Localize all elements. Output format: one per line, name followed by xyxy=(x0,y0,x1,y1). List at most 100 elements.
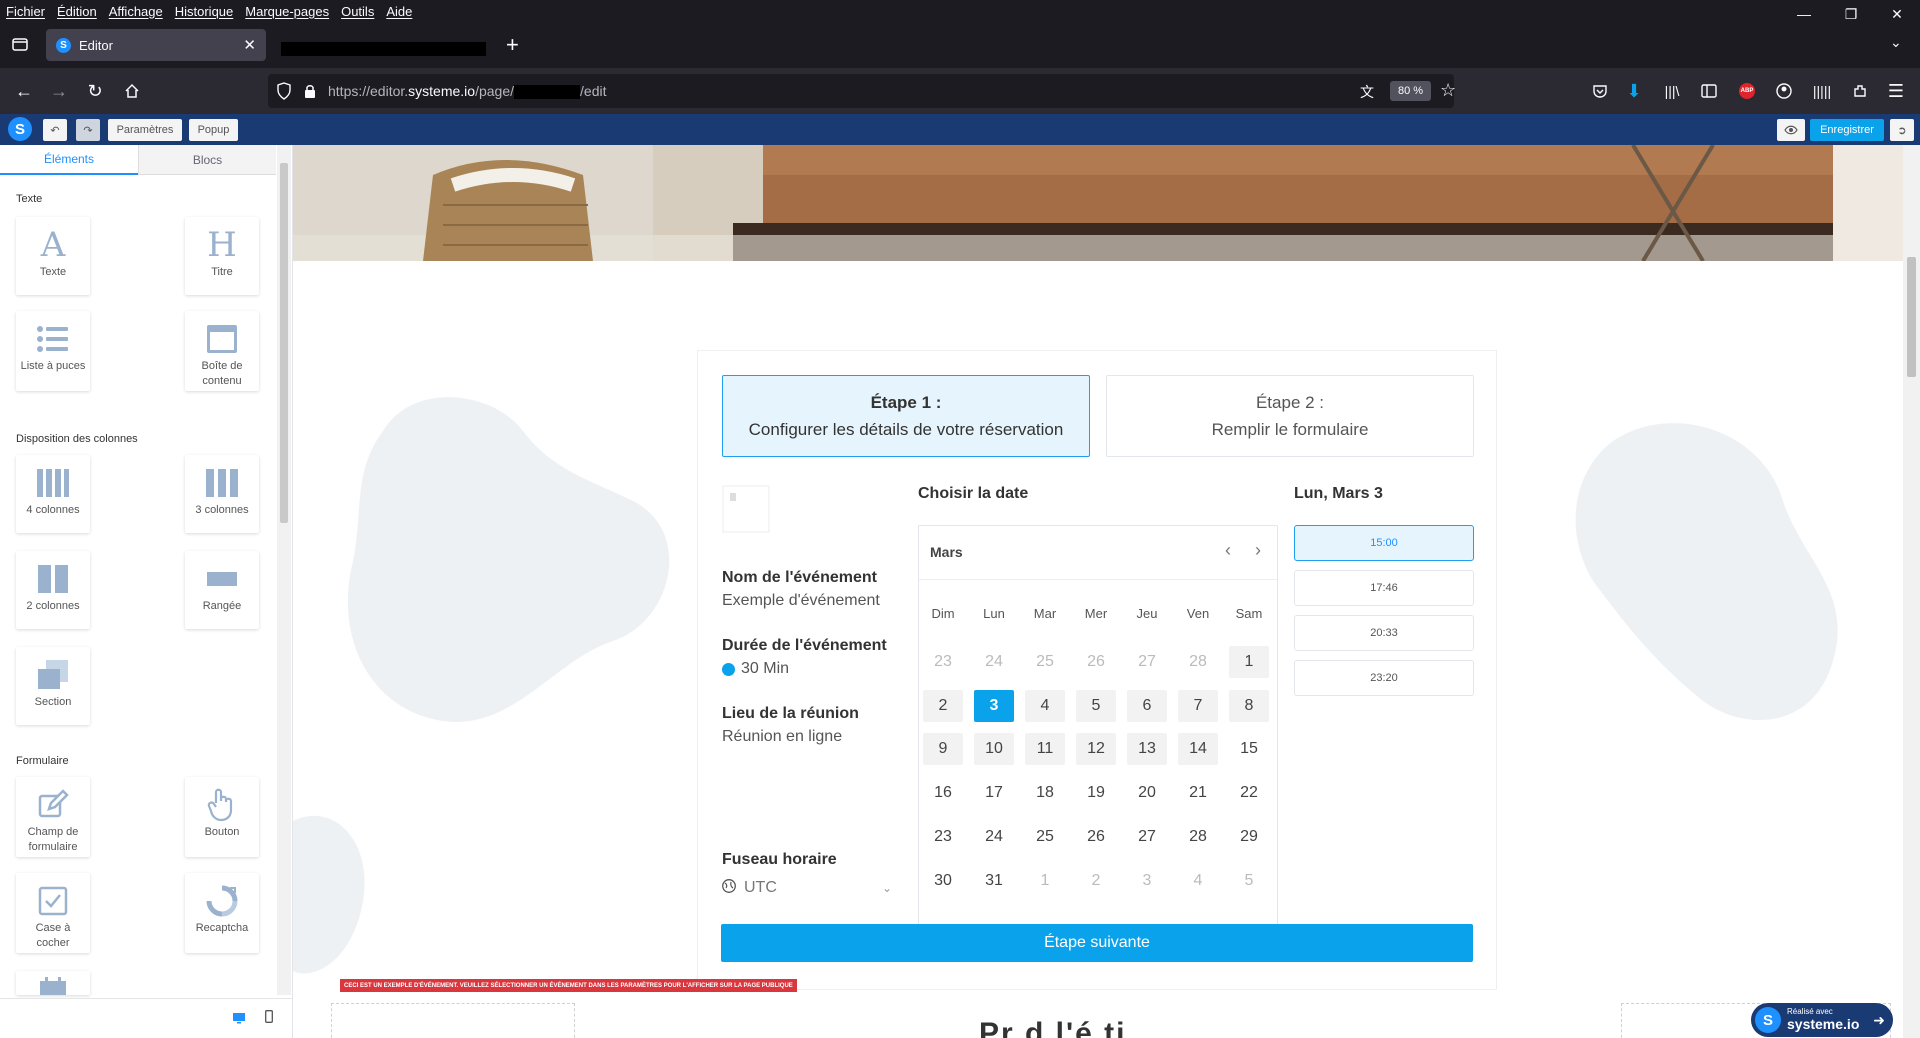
pocket-icon[interactable] xyxy=(1588,79,1612,103)
element-section[interactable]: Section xyxy=(16,647,90,725)
panel-scroll-thumb[interactable] xyxy=(280,163,288,523)
element-boite[interactable]: Boîte de contenu xyxy=(185,311,259,391)
menu-marque-pages[interactable]: Marque-pages xyxy=(239,4,335,19)
canvas-scrollbar[interactable] xyxy=(1903,145,1920,1038)
tab-blocks[interactable]: Blocs xyxy=(138,145,276,175)
calendar-day[interactable]: 16 xyxy=(923,777,963,809)
made-with-systeme-badge[interactable]: S Réalisé avec systeme.io ➜ xyxy=(1751,1003,1893,1037)
calendar-day[interactable]: 10 xyxy=(974,733,1014,765)
downloads-icon[interactable]: ⬇ xyxy=(1622,79,1646,103)
calendar-day[interactable]: 1 xyxy=(1229,646,1269,678)
calendar-day[interactable]: 8 xyxy=(1229,690,1269,722)
calendar-day[interactable]: 27 xyxy=(1127,821,1167,853)
calendar-day[interactable]: 23 xyxy=(923,821,963,853)
menu-affichage[interactable]: Affichage xyxy=(103,4,169,19)
calendar-day[interactable]: 2 xyxy=(923,690,963,722)
calendar-day[interactable]: 14 xyxy=(1178,733,1218,765)
mobile-view-icon[interactable] xyxy=(265,1010,273,1028)
calendar-day[interactable]: 12 xyxy=(1076,733,1116,765)
element-liste[interactable]: Liste à puces xyxy=(16,311,90,391)
element-texte[interactable]: A Texte xyxy=(16,217,90,295)
tab-elements[interactable]: Éléments xyxy=(0,145,138,175)
calendar-day[interactable]: 7 xyxy=(1178,690,1218,722)
canvas-scroll-thumb[interactable] xyxy=(1907,257,1916,377)
calendar-day[interactable]: 30 xyxy=(923,865,963,897)
account-icon[interactable] xyxy=(1772,79,1796,103)
empty-block-left[interactable] xyxy=(331,1003,575,1038)
calendar-day[interactable]: 19 xyxy=(1076,777,1116,809)
menu-historique[interactable]: Historique xyxy=(169,4,240,19)
calendar-day[interactable]: 20 xyxy=(1127,777,1167,809)
prev-month-icon[interactable]: ‹ xyxy=(1225,540,1231,561)
panel-scrollbar[interactable] xyxy=(277,145,291,995)
exit-editor-icon[interactable]: ➲ xyxy=(1890,119,1914,141)
element-3-colonnes[interactable]: 3 colonnes xyxy=(185,455,259,533)
element-case-a-cocher[interactable]: Case à cocher xyxy=(16,873,90,953)
extensions-puzzle-icon[interactable] xyxy=(1848,79,1872,103)
preview-eye-icon[interactable] xyxy=(1777,119,1805,141)
calendar-day[interactable]: 24 xyxy=(974,821,1014,853)
tab-close-icon[interactable]: ✕ xyxy=(243,36,256,54)
calendar-day[interactable]: 18 xyxy=(1025,777,1065,809)
calendar-day[interactable]: 5 xyxy=(1076,690,1116,722)
time-slot[interactable]: 17:46 xyxy=(1294,570,1474,606)
calendar-day-selected[interactable]: 3 xyxy=(974,690,1014,722)
redo-icon[interactable]: ↷ xyxy=(76,119,100,141)
step-1-tab[interactable]: Étape 1 : Configurer les détails de votr… xyxy=(722,375,1090,457)
redacted-tab[interactable] xyxy=(281,42,486,56)
time-slot[interactable]: 23:20 xyxy=(1294,660,1474,696)
calendar-day[interactable]: 25 xyxy=(1025,821,1065,853)
popup-button[interactable]: Popup xyxy=(189,119,238,141)
step-2-tab[interactable]: Étape 2 : Remplir le formulaire xyxy=(1106,375,1474,457)
menu-fichier[interactable]: Fichier xyxy=(0,4,51,19)
element-bouton[interactable]: Bouton xyxy=(185,777,259,857)
calendar-day[interactable]: 17 xyxy=(974,777,1014,809)
forward-icon[interactable]: → xyxy=(47,79,71,103)
calendar-day[interactable]: 4 xyxy=(1025,690,1065,722)
reload-icon[interactable]: ↻ xyxy=(83,79,107,103)
desktop-view-icon[interactable] xyxy=(232,1011,246,1029)
settings-button[interactable]: Paramètres xyxy=(108,119,182,141)
back-icon[interactable]: ← xyxy=(12,79,36,103)
hamburger-menu-icon[interactable]: ☰ xyxy=(1884,79,1908,103)
home-icon[interactable] xyxy=(120,79,144,103)
adblock-icon[interactable]: ABP xyxy=(1735,79,1759,103)
time-slot[interactable]: 20:33 xyxy=(1294,615,1474,651)
element-calendar-partial[interactable] xyxy=(16,971,90,995)
calendar-day[interactable]: 13 xyxy=(1127,733,1167,765)
calendar-day[interactable]: 28 xyxy=(1178,821,1218,853)
element-champ-formulaire[interactable]: Champ de formulaire xyxy=(16,777,90,857)
extension-bars-icon[interactable]: ||||| xyxy=(1810,79,1834,103)
bookmark-star-icon[interactable]: ☆ xyxy=(1440,80,1456,101)
calendar-day[interactable]: 11 xyxy=(1025,733,1065,765)
calendar-day[interactable]: 9 xyxy=(923,733,963,765)
menu-edition[interactable]: Édition xyxy=(51,4,103,19)
library-icon[interactable]: |||\ xyxy=(1660,79,1684,103)
time-slot[interactable]: 15:00 xyxy=(1294,525,1474,561)
element-rangee[interactable]: Rangée xyxy=(185,551,259,629)
calendar-day[interactable]: 26 xyxy=(1076,821,1116,853)
calendar-day[interactable]: 29 xyxy=(1229,821,1269,853)
element-2-colonnes[interactable]: 2 colonnes xyxy=(16,551,90,629)
calendar-day[interactable]: 21 xyxy=(1178,777,1218,809)
sidebar-icon[interactable] xyxy=(1697,79,1721,103)
calendar-day[interactable]: 22 xyxy=(1229,777,1269,809)
lock-icon[interactable] xyxy=(303,83,317,104)
undo-icon[interactable]: ↶ xyxy=(43,119,67,141)
element-4-colonnes[interactable]: 4 colonnes xyxy=(16,455,90,533)
save-button[interactable]: Enregistrer xyxy=(1810,119,1884,141)
calendar-day[interactable]: 31 xyxy=(974,865,1014,897)
menu-aide[interactable]: Aide xyxy=(380,4,418,19)
element-titre[interactable]: H Titre xyxy=(185,217,259,295)
timezone-select[interactable]: UTC ⌄ xyxy=(722,875,892,901)
calendar-day[interactable]: 15 xyxy=(1229,733,1269,765)
zoom-level[interactable]: 80 % xyxy=(1390,81,1432,101)
address-bar[interactable]: https://editor.systeme.io/page//edit 文 8… xyxy=(268,74,1456,108)
calendar-day[interactable]: 6 xyxy=(1127,690,1167,722)
tab-editor[interactable]: S Editor ✕ xyxy=(46,29,266,61)
shield-icon[interactable] xyxy=(276,82,292,105)
list-tabs-chevron-icon[interactable]: ⌄ xyxy=(1890,34,1902,51)
new-tab-icon[interactable]: + xyxy=(506,32,519,58)
element-recaptcha[interactable]: Recaptcha xyxy=(185,873,259,953)
systeme-logo[interactable]: S xyxy=(8,117,32,141)
